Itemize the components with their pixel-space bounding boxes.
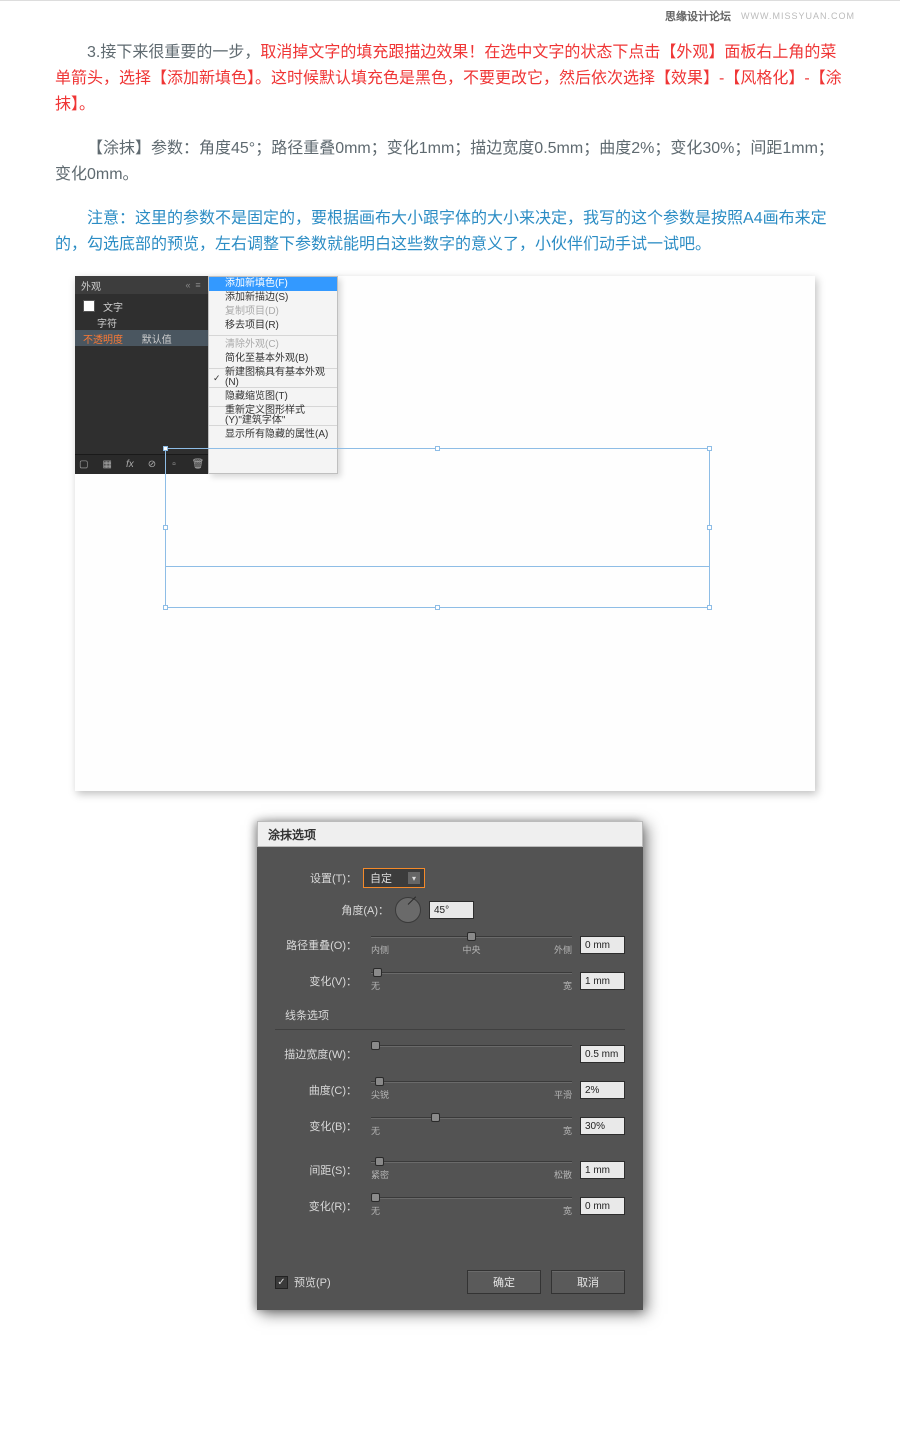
stroke-width-row: 描边宽度(W)： 0.5 mm (275, 1040, 625, 1068)
path-overlap-row: 路径重叠(O)： 内侧中央外侧 0 mm (275, 931, 625, 959)
settings-select[interactable]: 自定▾ (363, 868, 425, 888)
text-bounding-box[interactable] (165, 448, 710, 608)
scribble-options-dialog: 涂抹选项 设置(T)： 自定▾ 角度(A)： 45° 路径重叠(O)： 内侧中央… (257, 821, 643, 1310)
checkbox-icon: ✓ (275, 1276, 288, 1289)
paragraph-2: 【涂抹】参数：角度45°；路径重叠0mm；变化1mm；描边宽度0.5mm；曲度2… (55, 136, 845, 188)
paragraph-1: 3.接下来很重要的一步，取消掉文字的填充跟描边效果！在选中文字的状态下点击【外观… (55, 40, 845, 118)
menu-remove-item[interactable]: 移去项目(R) (209, 319, 337, 333)
site-name: 思缘设计论坛 (665, 8, 731, 24)
ok-button[interactable]: 确定 (467, 1270, 541, 1294)
add-stroke-icon[interactable]: ▢ (79, 459, 88, 471)
appearance-panel-header: 外观 « ≡ (75, 276, 208, 294)
variation-b-input[interactable]: 30% (580, 1117, 625, 1135)
path-overlap-input[interactable]: 0 mm (580, 936, 625, 954)
panel-collapse-icon[interactable]: « (184, 281, 192, 289)
appearance-panel[interactable]: 外观 « ≡ 文字 字符 不透明度 默 (75, 276, 208, 474)
page-header: 思缘设计论坛 WWW.MISSYUAN.COM (0, 0, 900, 30)
curviness-slider[interactable]: 尖锐平滑 (371, 1076, 572, 1104)
variation-v-row: 变化(V)： 无宽 1 mm (275, 967, 625, 995)
menu-hide-thumb[interactable]: 隐藏缩览图(T) (209, 390, 337, 404)
variation-v-slider[interactable]: 无宽 (371, 967, 572, 995)
article-content: 3.接下来很重要的一步，取消掉文字的填充跟描边效果！在选中文字的状态下点击【外观… (0, 30, 900, 1370)
appearance-row-text[interactable]: 文字 (75, 298, 208, 314)
fill-swatch-icon (83, 300, 95, 312)
variation-r-input[interactable]: 0 mm (580, 1197, 625, 1215)
variation-v-input[interactable]: 1 mm (580, 972, 625, 990)
settings-row: 设置(T)： 自定▾ (275, 867, 625, 889)
dropdown-arrow-icon: ▾ (408, 872, 420, 884)
angle-input[interactable]: 45° (429, 901, 474, 919)
menu-clear-appearance: 清除外观(C) (209, 338, 337, 352)
menu-redefine-style[interactable]: 重新定义图形样式(Y)"建筑字体" (209, 409, 337, 423)
angle-knob[interactable] (395, 897, 421, 923)
fx-icon[interactable]: fx (126, 459, 134, 471)
dialog-title-bar: 涂抹选项 (257, 821, 643, 847)
curviness-row: 曲度(C)： 尖锐平滑 2% (275, 1076, 625, 1104)
appearance-row-opacity[interactable]: 不透明度 默认值 (75, 330, 208, 346)
spacing-input[interactable]: 1 mm (580, 1161, 625, 1179)
stroke-width-slider[interactable] (371, 1040, 572, 1068)
menu-add-fill[interactable]: 添加新填色(F) (209, 277, 337, 291)
variation-r-row: 变化(R)： 无宽 0 mm (275, 1192, 625, 1220)
spacing-slider[interactable]: 紧密松散 (371, 1156, 572, 1184)
add-fill-icon[interactable]: ▦ (102, 459, 111, 471)
appearance-flyout-menu: 添加新填色(F) 添加新描边(S) 复制项目(D) 移去项目(R) 清除外观(C… (208, 276, 338, 474)
menu-duplicate-item: 复制项目(D) (209, 305, 337, 319)
stroke-width-input[interactable]: 0.5 mm (580, 1045, 625, 1063)
paragraph-3: 注意：这里的参数不是固定的，要根据画布大小跟字体的大小来决定，我写的这个参数是按… (55, 206, 845, 258)
variation-b-row: 变化(B)： 无宽 30% (275, 1112, 625, 1140)
menu-reduce-basic[interactable]: 简化至基本外观(B) (209, 352, 337, 366)
appearance-row-char[interactable]: 字符 (75, 314, 208, 330)
menu-add-stroke[interactable]: 添加新描边(S) (209, 291, 337, 305)
variation-b-slider[interactable]: 无宽 (371, 1112, 572, 1140)
curviness-input[interactable]: 2% (580, 1081, 625, 1099)
line-section-title: 线条选项 (285, 1007, 625, 1023)
cancel-button[interactable]: 取消 (551, 1270, 625, 1294)
angle-row: 角度(A)： 45° (275, 897, 625, 923)
path-overlap-slider[interactable]: 内侧中央外侧 (371, 931, 572, 959)
illustrator-screenshot: 外观 « ≡ 文字 字符 不透明度 默 (75, 276, 815, 791)
menu-new-has-basic[interactable]: ✓新建图稿具有基本外观(N) (209, 371, 337, 385)
preview-checkbox[interactable]: ✓ 预览(P) (275, 1274, 331, 1290)
variation-r-slider[interactable]: 无宽 (371, 1192, 572, 1220)
menu-show-hidden[interactable]: 显示所有隐藏的属性(A) (209, 428, 337, 442)
site-url: WWW.MISSYUAN.COM (741, 11, 855, 21)
spacing-row: 间距(S)： 紧密松散 1 mm (275, 1156, 625, 1184)
panel-menu-icon[interactable]: ≡ (194, 281, 202, 289)
clear-icon[interactable]: ⊘ (148, 459, 156, 471)
